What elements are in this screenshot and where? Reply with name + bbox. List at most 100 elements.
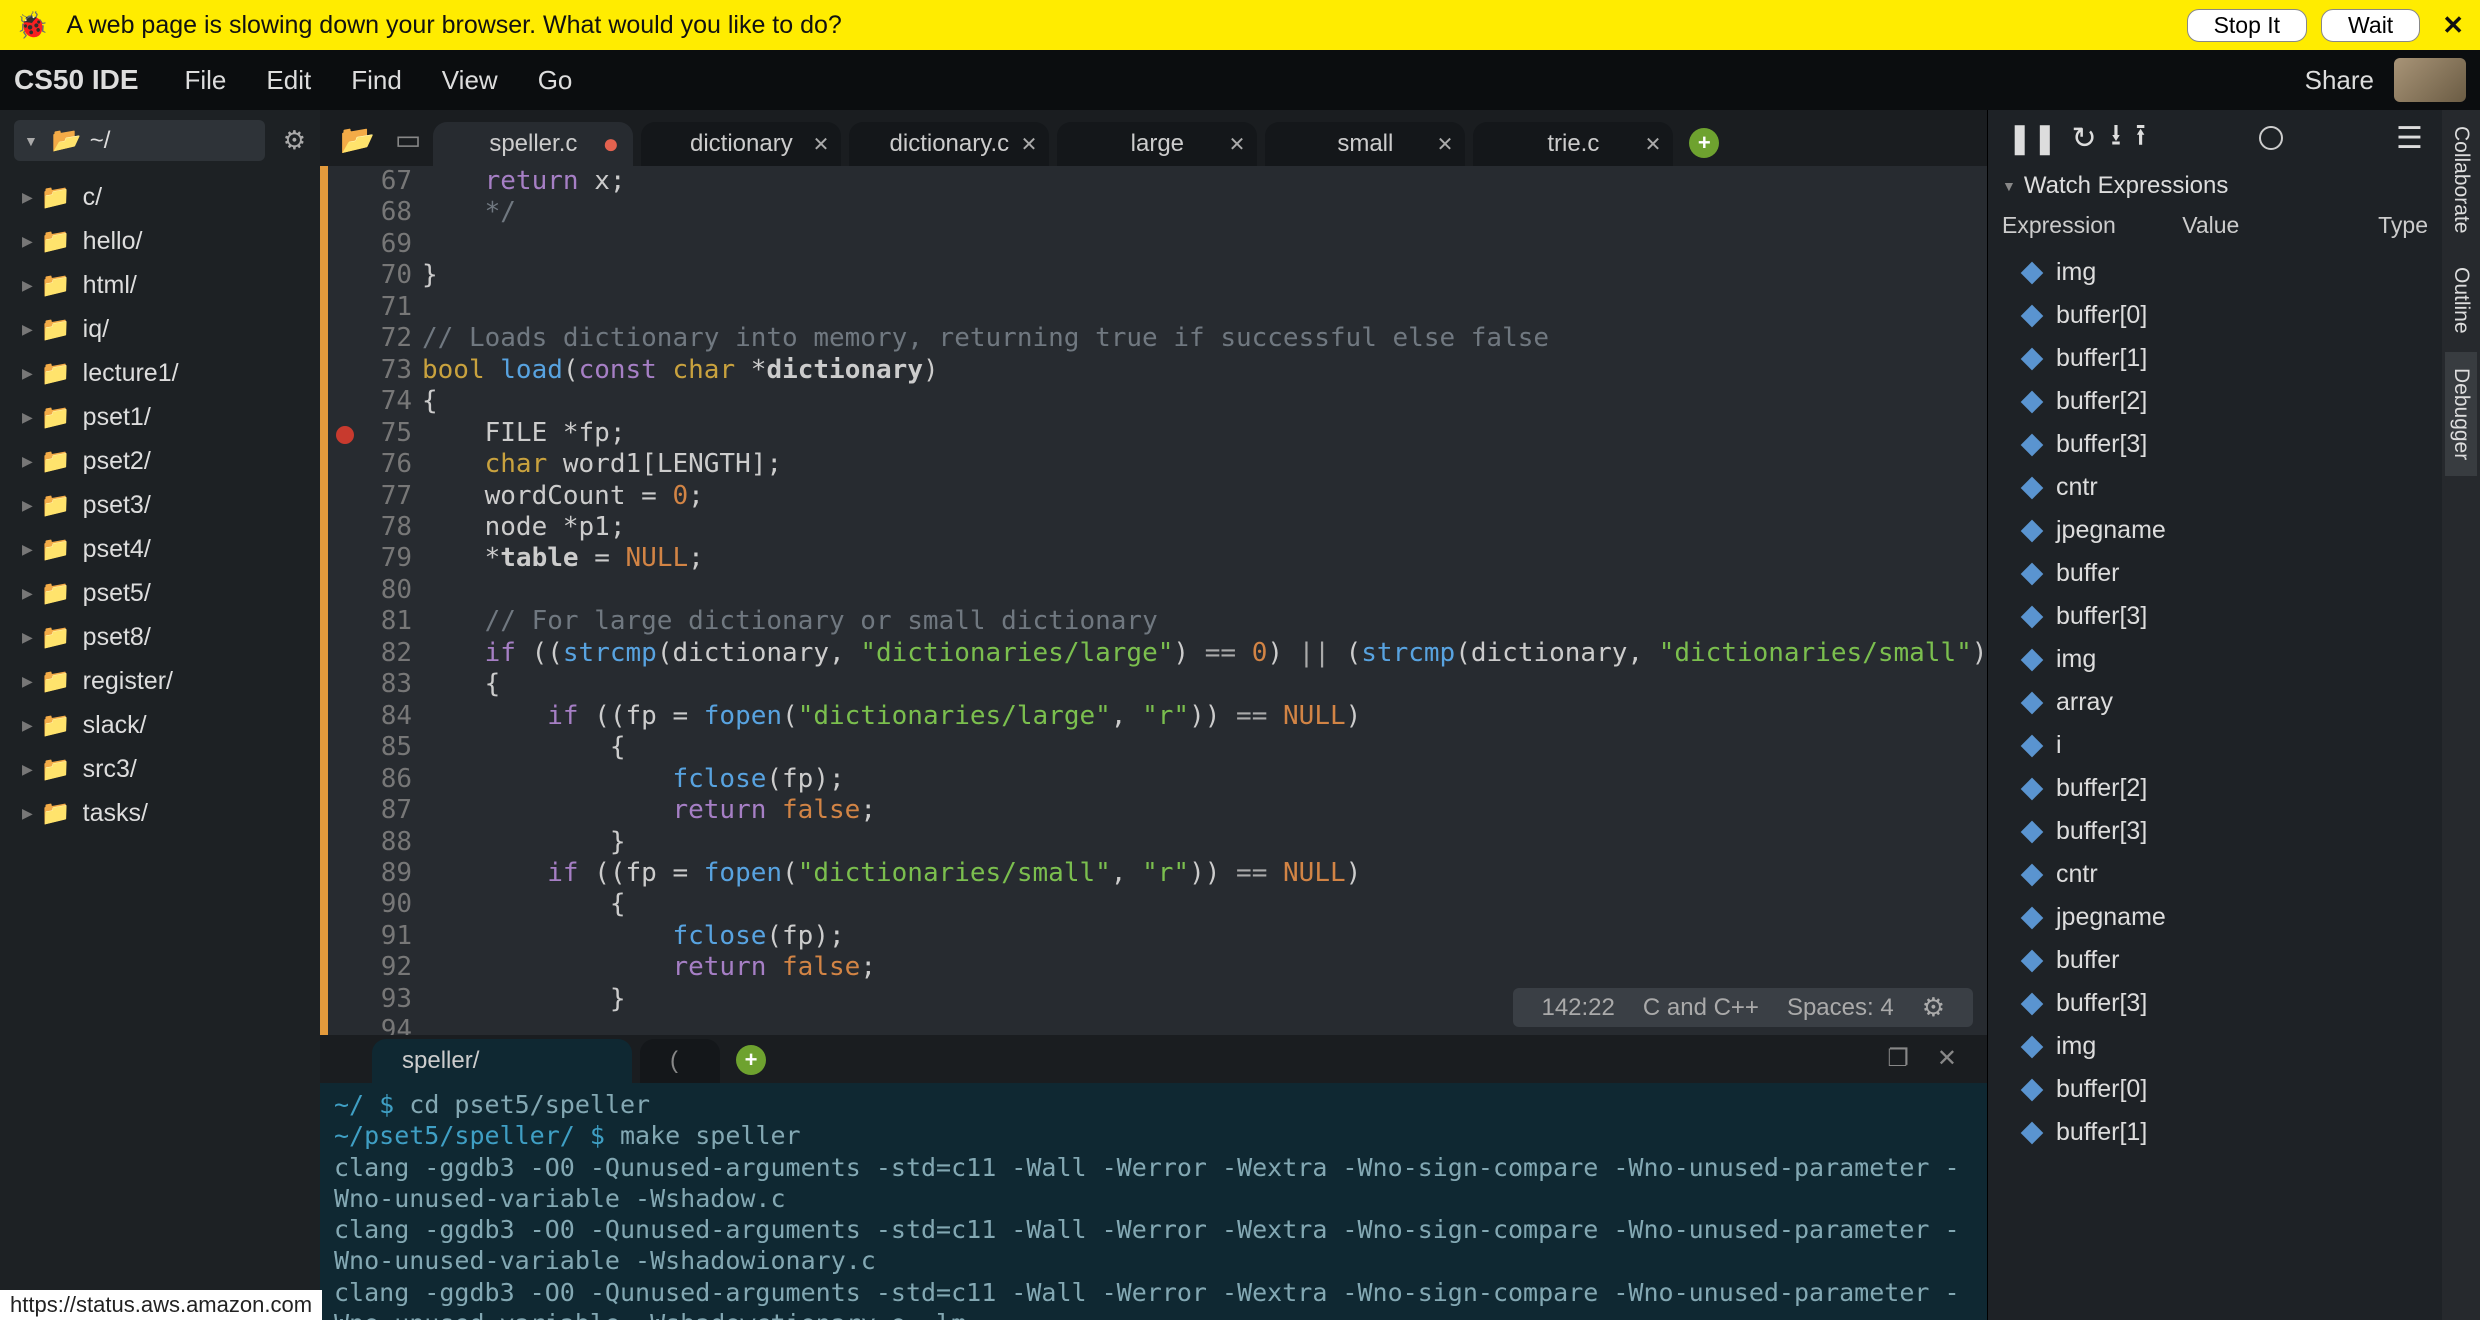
tree-item-html[interactable]: ▶📁html/ <box>22 263 320 307</box>
watch-item[interactable]: buffer[1] <box>1988 1111 2442 1154</box>
panel-icon[interactable]: ▭ <box>395 123 421 156</box>
watch-item[interactable]: img <box>1988 638 2442 681</box>
breakpoint-icon[interactable] <box>336 426 354 444</box>
close-tab-icon[interactable]: ✕ <box>1229 132 1246 157</box>
watch-item[interactable]: img <box>1988 251 2442 294</box>
tab-dictionary-c[interactable]: dictionary.c✕ <box>849 122 1049 166</box>
tree-item-pset5[interactable]: ▶📁pset5/ <box>22 571 320 615</box>
avatar[interactable] <box>2394 58 2466 102</box>
watch-item[interactable]: buffer[2] <box>1988 767 2442 810</box>
close-icon[interactable]: ✕ <box>1937 1044 1957 1073</box>
watch-item[interactable]: cntr <box>1988 853 2442 896</box>
menu-edit[interactable]: Edit <box>266 65 311 95</box>
diamond-icon <box>2021 261 2044 284</box>
folder-open-icon[interactable]: 📂 <box>340 123 375 156</box>
tree-item-pset8[interactable]: ▶📁pset8/ <box>22 615 320 659</box>
add-tab-button[interactable]: + <box>1689 128 1719 158</box>
watch-item[interactable]: buffer[0] <box>1988 294 2442 337</box>
hdr-expression: Expression <box>2002 212 2182 239</box>
menu-find[interactable]: Find <box>351 65 402 95</box>
wait-button[interactable]: Wait <box>2321 9 2420 42</box>
close-tab-icon[interactable]: ✕ <box>1645 132 1662 157</box>
indent-mode[interactable]: Spaces: 4 <box>1787 993 1894 1022</box>
watch-item[interactable]: buffer <box>1988 552 2442 595</box>
close-warning-icon[interactable]: ✕ <box>2442 10 2464 41</box>
watch-item[interactable]: jpegname <box>1988 896 2442 939</box>
tree-item-pset4[interactable]: ▶📁pset4/ <box>22 527 320 571</box>
tree-item-c[interactable]: ▶📁c/ <box>22 175 320 219</box>
tree-item-pset2[interactable]: ▶📁pset2/ <box>22 439 320 483</box>
tree-item-label: pset4/ <box>83 535 151 564</box>
menu-icon[interactable]: ☰ <box>2396 121 2423 156</box>
tree-item-pset3[interactable]: ▶📁pset3/ <box>22 483 320 527</box>
watch-expression-label: buffer[0] <box>2056 1075 2147 1104</box>
stop-it-button[interactable]: Stop It <box>2187 9 2307 42</box>
tree-item-src3[interactable]: ▶📁src3/ <box>22 747 320 791</box>
share-button[interactable]: Share <box>2305 65 2374 96</box>
watch-item[interactable]: buffer[3] <box>1988 423 2442 466</box>
rail-outline[interactable]: Outline <box>2445 251 2477 350</box>
hdr-type: Type <box>2313 212 2428 239</box>
chevron-right-icon: ▶ <box>22 541 33 558</box>
chevron-right-icon: ▶ <box>22 805 33 822</box>
step-into-icon[interactable]: ⭳ <box>2111 113 2122 164</box>
tab-label: small <box>1337 130 1393 158</box>
stop-icon[interactable] <box>2259 126 2283 150</box>
watch-item[interactable]: buffer[3] <box>1988 595 2442 638</box>
tree-item-tasks[interactable]: ▶📁tasks/ <box>22 791 320 835</box>
step-over-icon[interactable]: ↻ <box>2071 121 2096 156</box>
diamond-icon <box>2021 777 2044 800</box>
watch-section-header[interactable]: ▼ Watch Expressions <box>1988 166 2442 206</box>
tab-trie-c[interactable]: trie.c✕ <box>1473 122 1673 166</box>
tab-dictionary[interactable]: dictionary✕ <box>641 122 841 166</box>
watch-expression-label: i <box>2056 731 2062 760</box>
watch-item[interactable]: img <box>1988 1025 2442 1068</box>
watch-item[interactable]: cntr <box>1988 466 2442 509</box>
tab-speller-c[interactable]: speller.c● <box>433 122 633 166</box>
watch-item[interactable]: buffer[0] <box>1988 1068 2442 1111</box>
watch-item[interactable]: jpegname <box>1988 509 2442 552</box>
tab-small[interactable]: small ✕ <box>1265 122 1465 166</box>
tree-item-lecture1[interactable]: ▶📁lecture1/ <box>22 351 320 395</box>
tree-item-register[interactable]: ▶📁register/ <box>22 659 320 703</box>
tree-item-iq[interactable]: ▶📁iq/ <box>22 307 320 351</box>
watch-item[interactable]: buffer[1] <box>1988 337 2442 380</box>
modified-dot-icon: ● <box>602 139 619 149</box>
terminal-output[interactable]: ~/ $ cd pset5/speller~/pset5/speller/ $ … <box>320 1083 1987 1320</box>
chevron-right-icon: ▶ <box>22 277 33 294</box>
code-editor[interactable]: 6768697071727374757677787980818283848586… <box>320 166 1987 1035</box>
menu-file[interactable]: File <box>185 65 227 95</box>
close-tab-icon[interactable]: ✕ <box>1437 132 1454 157</box>
tree-item-slack[interactable]: ▶📁slack/ <box>22 703 320 747</box>
menu-view[interactable]: View <box>442 65 498 95</box>
watch-expression-label: array <box>2056 688 2113 717</box>
step-out-icon[interactable]: ⭱ <box>2135 113 2146 164</box>
watch-item[interactable]: array <box>1988 681 2442 724</box>
watch-item[interactable]: buffer <box>1988 939 2442 982</box>
pause-icon[interactable]: ❚❚ <box>2007 121 2057 156</box>
rail-debugger[interactable]: Debugger <box>2445 352 2477 476</box>
terminal-tab[interactable]: speller/ <box>372 1039 632 1083</box>
tree-item-hello[interactable]: ▶📁hello/ <box>22 219 320 263</box>
workspace-root[interactable]: ▼ 📂 ~/ <box>14 120 265 161</box>
language-mode[interactable]: C and C++ <box>1643 993 1759 1022</box>
rail-collaborate[interactable]: Collaborate <box>2445 110 2477 249</box>
gear-icon[interactable]: ⚙ <box>1922 992 1945 1023</box>
maximize-icon[interactable]: ❐ <box>1887 1044 1909 1073</box>
watch-item[interactable]: buffer[3] <box>1988 982 2442 1025</box>
watch-expression-label: img <box>2056 258 2096 287</box>
tree-item-pset1[interactable]: ▶📁pset1/ <box>22 395 320 439</box>
watch-item[interactable]: i <box>1988 724 2442 767</box>
close-tab-icon[interactable]: ✕ <box>1021 132 1038 157</box>
browser-slowdown-bar: 🐞 A web page is slowing down your browse… <box>0 0 2480 50</box>
close-tab-icon[interactable]: ✕ <box>813 132 830 157</box>
add-terminal-button[interactable]: + <box>736 1045 766 1075</box>
gear-icon[interactable]: ⚙ <box>283 125 306 156</box>
terminal-tab-empty[interactable]: ( <box>640 1039 720 1083</box>
watch-item[interactable]: buffer[2] <box>1988 380 2442 423</box>
tab-large[interactable]: large✕ <box>1057 122 1257 166</box>
folder-icon: 📁 <box>41 227 71 256</box>
folder-icon: 📁 <box>41 447 71 476</box>
menu-go[interactable]: Go <box>538 65 573 95</box>
watch-item[interactable]: buffer[3] <box>1988 810 2442 853</box>
